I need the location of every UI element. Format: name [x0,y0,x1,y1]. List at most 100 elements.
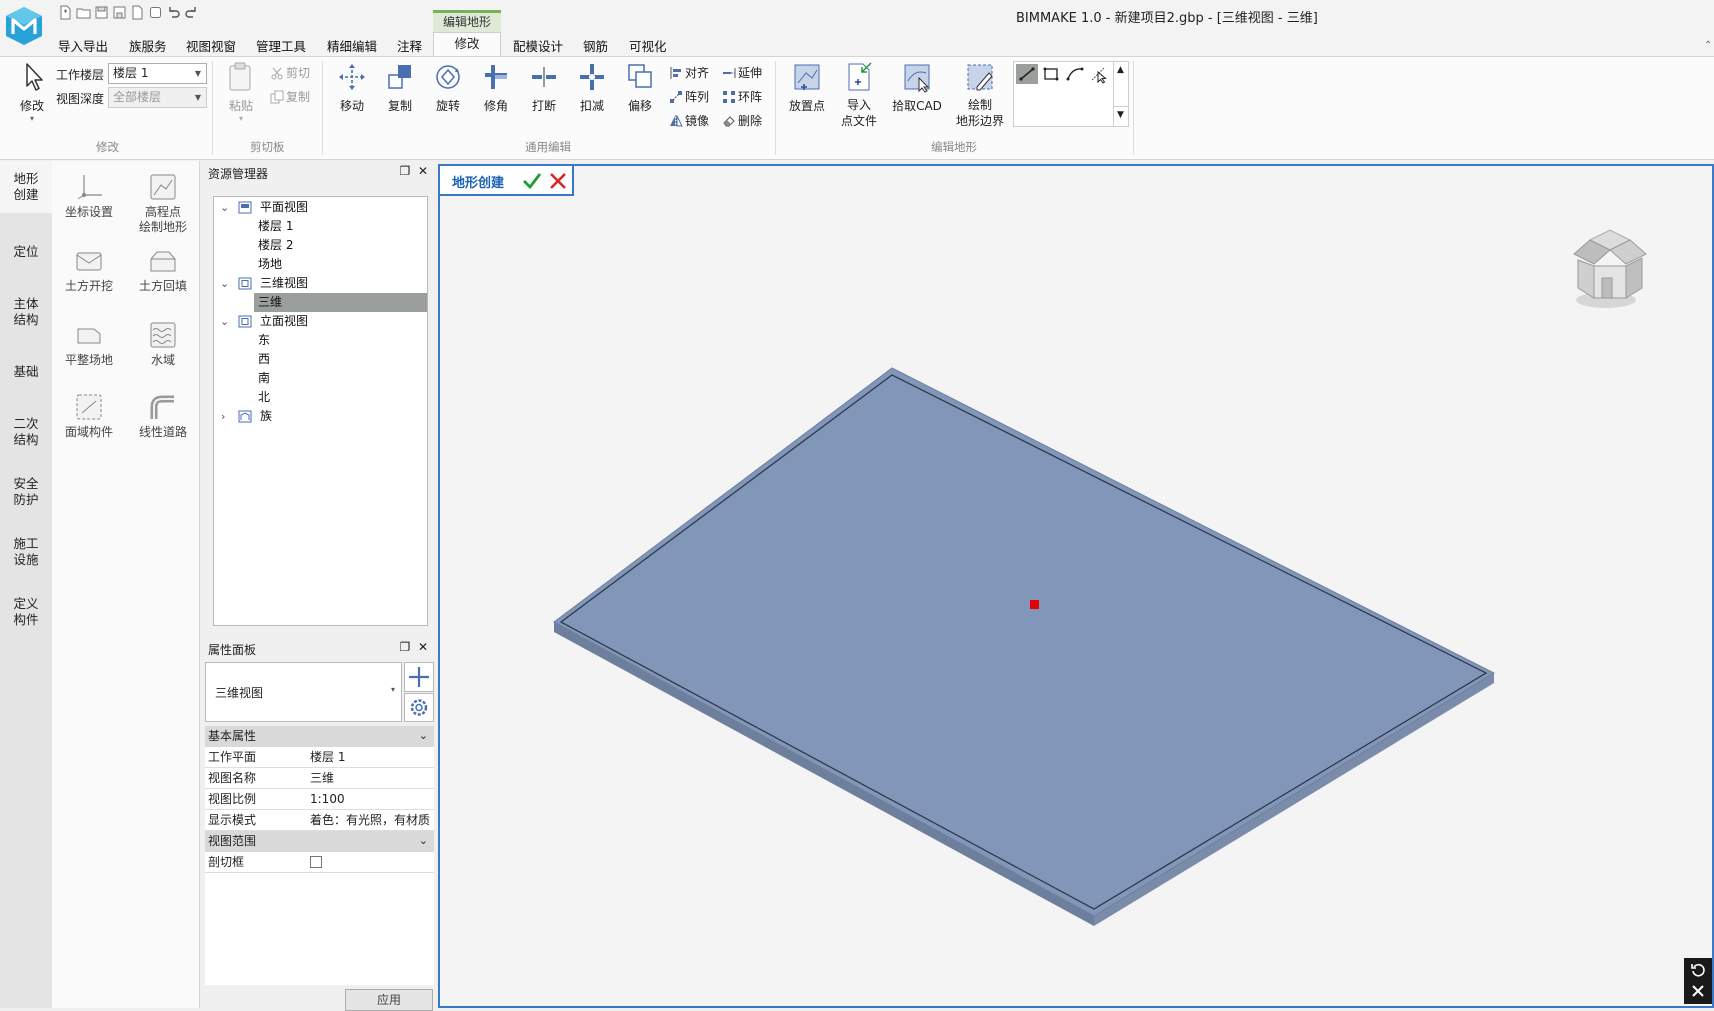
tree-node-3d-selected[interactable]: 三维 [254,293,427,312]
float-window-icon[interactable]: ❐ [400,640,411,654]
close-icon[interactable]: ✕ [418,640,428,654]
linear-road-tool[interactable]: 线性道路 [126,393,200,440]
save-icon[interactable] [94,5,109,20]
vtab-foundation[interactable]: 基础 [0,364,52,380]
paste-dropdown-icon[interactable]: ▾ [222,114,260,124]
tab-modify-active[interactable]: 修改 [433,32,501,56]
prop-row-display-mode[interactable]: 显示模式 着色：有光照，有材质 [205,810,434,831]
menu-annotation[interactable]: 注释 [397,36,422,55]
tree-node-floor-1[interactable]: 楼层 1 [214,217,427,236]
cut-button[interactable]: 剪切 [270,64,310,81]
ribbon-collapse-icon[interactable]: ⌃ [1704,40,1714,56]
view-depth-select[interactable]: 全部楼层 ▼ [108,87,207,108]
section-box-checkbox[interactable] [310,856,322,868]
page-icon[interactable] [130,5,145,20]
chevron-down-icon[interactable]: ⌄ [220,198,229,217]
close-icon[interactable]: ✕ [418,164,428,178]
new-file-icon[interactable] [58,5,73,20]
tree-node-north[interactable]: 北 [214,388,427,407]
tree-node-site[interactable]: 场地 [214,255,427,274]
prop-row-view-name[interactable]: 视图名称 三维 [205,768,434,789]
menu-visualize[interactable]: 可视化 [629,36,667,55]
tree-node-floor-2[interactable]: 楼层 2 [214,236,427,255]
chevron-down-icon[interactable]: ⌄ [419,831,428,851]
vtab-define-component[interactable]: 定义 构件 [0,596,52,628]
close-icon[interactable] [1690,983,1706,999]
vtab-safety-protection[interactable]: 安全 防护 [0,476,52,508]
duplicate-button[interactable]: 复制 [381,61,419,114]
chevron-down-icon[interactable]: ⌄ [419,726,428,746]
undo-icon[interactable] [166,5,181,20]
add-type-button[interactable] [404,662,434,692]
menu-fine-edit[interactable]: 精细编辑 [327,36,377,55]
modify-dropdown-icon[interactable]: ▾ [14,114,50,124]
terrain-canvas[interactable] [440,166,1712,1006]
extend-button[interactable]: 延伸 [722,64,762,81]
coordinate-settings-tool[interactable]: 坐标设置 [52,173,126,220]
pick-cad-button[interactable]: 拾取CAD [890,61,944,114]
level-site-tool[interactable]: 平整场地 [52,321,126,368]
save-as-icon[interactable] [112,5,127,20]
menu-rebar[interactable]: 钢筋 [583,36,608,55]
pick-line-mode-icon[interactable] [1088,64,1110,84]
tree-node-south[interactable]: 南 [214,369,427,388]
reset-view-icon[interactable] [1690,962,1706,978]
prop-row-section-box[interactable]: 剖切框 [205,852,434,873]
tree-node-elevation-views[interactable]: ⌄ 立面视图 [214,312,427,331]
tree-node-east[interactable]: 东 [214,331,427,350]
chevron-down-icon[interactable]: ⌄ [220,274,229,293]
delete-button[interactable]: 删除 [722,112,762,129]
tree-node-families[interactable]: › 族 [214,407,427,426]
type-settings-button[interactable] [404,693,434,722]
type-selector[interactable]: 三维视图 ▾ [205,662,402,722]
tree-node-3d-views[interactable]: ⌄ 三维视图 [214,274,427,293]
rotate-button[interactable]: 旋转 [429,61,467,114]
menu-view-window[interactable]: 视图视窗 [186,36,236,55]
float-window-icon[interactable]: ❐ [400,164,411,178]
line-mode-button[interactable] [1016,64,1038,84]
align-button[interactable]: 对齐 [669,64,709,81]
prop-row-work-plane[interactable]: 工作平面 楼层 1 [205,747,434,768]
view-cube-house-icon[interactable] [1562,226,1652,312]
menu-import-export[interactable]: 导入导出 [58,36,108,55]
copy-button[interactable]: 复制 [270,88,310,105]
scroll-up-icon[interactable]: ▲ [1117,65,1124,75]
earth-excavation-tool[interactable]: 土方开挖 [52,247,126,294]
vtab-construction-facilities[interactable]: 施工 设施 [0,536,52,568]
chevron-right-icon[interactable]: › [221,407,225,426]
arc-mode-icon[interactable] [1064,64,1086,84]
vtab-positioning[interactable]: 定位 [0,244,52,260]
section-view-range[interactable]: 视图范围 ⌄ [205,831,434,852]
cancel-x-icon[interactable] [548,171,568,191]
elevation-point-terrain-tool[interactable]: 高程点 绘制地形 [126,173,200,235]
redo-icon[interactable] [184,5,199,20]
vtab-main-structure[interactable]: 主体 结构 [0,296,52,328]
3d-viewport[interactable]: 地形创建 [438,164,1714,1008]
tree-node-plan-views[interactable]: ⌄ 平面视图 [214,198,427,217]
gallery-scrollbar[interactable]: ▲ ▼ [1113,62,1129,126]
vtab-secondary-structure[interactable]: 二次 结构 [0,416,52,448]
earth-backfill-tool[interactable]: 土方回填 [126,247,200,294]
prop-row-view-scale[interactable]: 视图比例 1:100 [205,789,434,810]
terrain-slab-top[interactable] [553,367,1496,917]
modify-button[interactable]: 修改 ▾ [14,61,50,124]
menu-manage-tools[interactable]: 管理工具 [256,36,306,55]
chevron-down-icon[interactable]: ⌄ [220,312,229,331]
work-floor-select[interactable]: 楼层 1 ▼ [108,63,207,84]
trim-button[interactable]: 修角 [477,61,515,114]
water-area-tool[interactable]: 水域 [126,321,200,368]
menu-formwork-design[interactable]: 配模设计 [513,36,563,55]
blank-icon[interactable] [148,5,163,20]
offset-button[interactable]: 偏移 [621,61,659,114]
array-button[interactable]: 阵列 [669,88,709,105]
scroll-down-icon[interactable]: ▼ [1117,110,1124,120]
break-button[interactable]: 打断 [525,61,563,114]
place-point-button[interactable]: 放置点 [785,61,829,114]
terrain-center-point[interactable] [1030,600,1039,609]
confirm-check-icon[interactable] [522,171,542,191]
paste-button[interactable]: 粘贴 ▾ [222,61,260,124]
draw-terrain-boundary-button[interactable]: 绘制 地形边界 [952,61,1008,129]
rectangle-mode-icon[interactable] [1040,64,1062,84]
open-folder-icon[interactable] [76,5,91,20]
ring-array-button[interactable]: 环阵 [722,88,762,105]
